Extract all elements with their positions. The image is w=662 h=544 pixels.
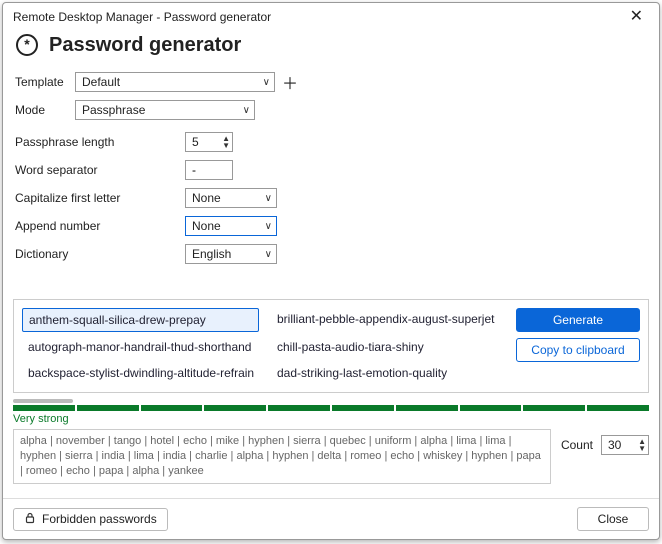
page-title: Password generator <box>49 34 241 57</box>
titlebar: Remote Desktop Manager - Password genera… <box>3 3 659 29</box>
window-title: Remote Desktop Manager - Password genera… <box>13 10 271 24</box>
header: * Password generator <box>3 29 659 67</box>
append-select[interactable]: None ∨ <box>185 216 277 236</box>
strength-meter <box>13 405 649 411</box>
chevron-down-icon: ∨ <box>263 77 270 88</box>
results-panel: anthem-squall-silica-drew-prepay brillia… <box>13 299 649 393</box>
add-template-button[interactable]: ＋ <box>281 73 299 91</box>
password-generator-icon: * <box>15 33 39 57</box>
dictionary-select[interactable]: English ∨ <box>185 244 277 264</box>
password-item[interactable]: autograph-manor-handrail-thud-shorthand <box>22 336 259 358</box>
password-item-selected[interactable]: anthem-squall-silica-drew-prepay <box>22 308 259 332</box>
capitalize-select[interactable]: None ∨ <box>185 188 277 208</box>
chevron-down-icon: ∨ <box>243 105 250 116</box>
strength-label: Very strong <box>13 413 649 425</box>
dictionary-value: English <box>192 247 231 261</box>
password-item[interactable]: chill-pasta-audio-tiara-shiny <box>271 336 508 358</box>
svg-text:*: * <box>24 36 30 52</box>
separator-label: Word separator <box>15 163 185 177</box>
copy-button[interactable]: Copy to clipboard <box>516 338 640 362</box>
strength-section: Very strong <box>13 399 649 425</box>
count-label: Count <box>561 438 593 452</box>
chevron-down-icon: ∨ <box>265 221 272 232</box>
phonetic-spelling: alpha | november | tango | hotel | echo … <box>13 429 551 484</box>
horizontal-scrollbar[interactable] <box>13 399 73 403</box>
template-label: Template <box>15 75 75 89</box>
close-icon[interactable]: ✕ <box>624 7 649 27</box>
separator-input[interactable] <box>185 160 233 180</box>
stepper-arrows-icon[interactable]: ▲▼ <box>222 135 230 149</box>
append-value: None <box>192 219 221 233</box>
bottom-row: alpha | november | tango | hotel | echo … <box>13 429 649 484</box>
capitalize-value: None <box>192 191 221 205</box>
settings-form: Template Default ∨ ＋ Mode Passphrase ∨ P… <box>3 67 659 271</box>
template-value: Default <box>82 75 120 89</box>
count-value: 30 <box>608 438 621 452</box>
lock-icon <box>24 512 36 527</box>
chevron-down-icon: ∨ <box>265 249 272 260</box>
chevron-down-icon: ∨ <box>265 193 272 204</box>
generate-button[interactable]: Generate <box>516 308 640 332</box>
forbidden-passwords-button[interactable]: Forbidden passwords <box>13 508 168 531</box>
dictionary-label: Dictionary <box>15 247 185 261</box>
password-generator-window: Remote Desktop Manager - Password genera… <box>2 2 660 540</box>
length-label: Passphrase length <box>15 135 185 149</box>
length-value: 5 <box>192 135 199 149</box>
password-item[interactable]: brilliant-pebble-appendix-august-superje… <box>271 308 508 332</box>
append-label: Append number <box>15 219 185 233</box>
stepper-arrows-icon[interactable]: ▲▼ <box>638 438 646 452</box>
mode-value: Passphrase <box>82 103 145 117</box>
count-stepper[interactable]: 30 ▲▼ <box>601 435 649 455</box>
password-list[interactable]: anthem-squall-silica-drew-prepay brillia… <box>22 308 508 384</box>
actions-column: Generate Copy to clipboard <box>516 308 640 384</box>
template-select[interactable]: Default ∨ <box>75 72 275 92</box>
password-item[interactable]: dad-striking-last-emotion-quality <box>271 362 508 384</box>
footer: Forbidden passwords Close <box>3 498 659 539</box>
forbidden-label: Forbidden passwords <box>42 512 157 526</box>
close-button[interactable]: Close <box>577 507 649 531</box>
length-stepper[interactable]: 5 ▲▼ <box>185 132 233 152</box>
count-group: Count 30 ▲▼ <box>561 429 649 455</box>
mode-select[interactable]: Passphrase ∨ <box>75 100 255 120</box>
mode-label: Mode <box>15 103 75 117</box>
password-item[interactable]: backspace-stylist-dwindling-altitude-ref… <box>22 362 259 384</box>
capitalize-label: Capitalize first letter <box>15 191 185 205</box>
